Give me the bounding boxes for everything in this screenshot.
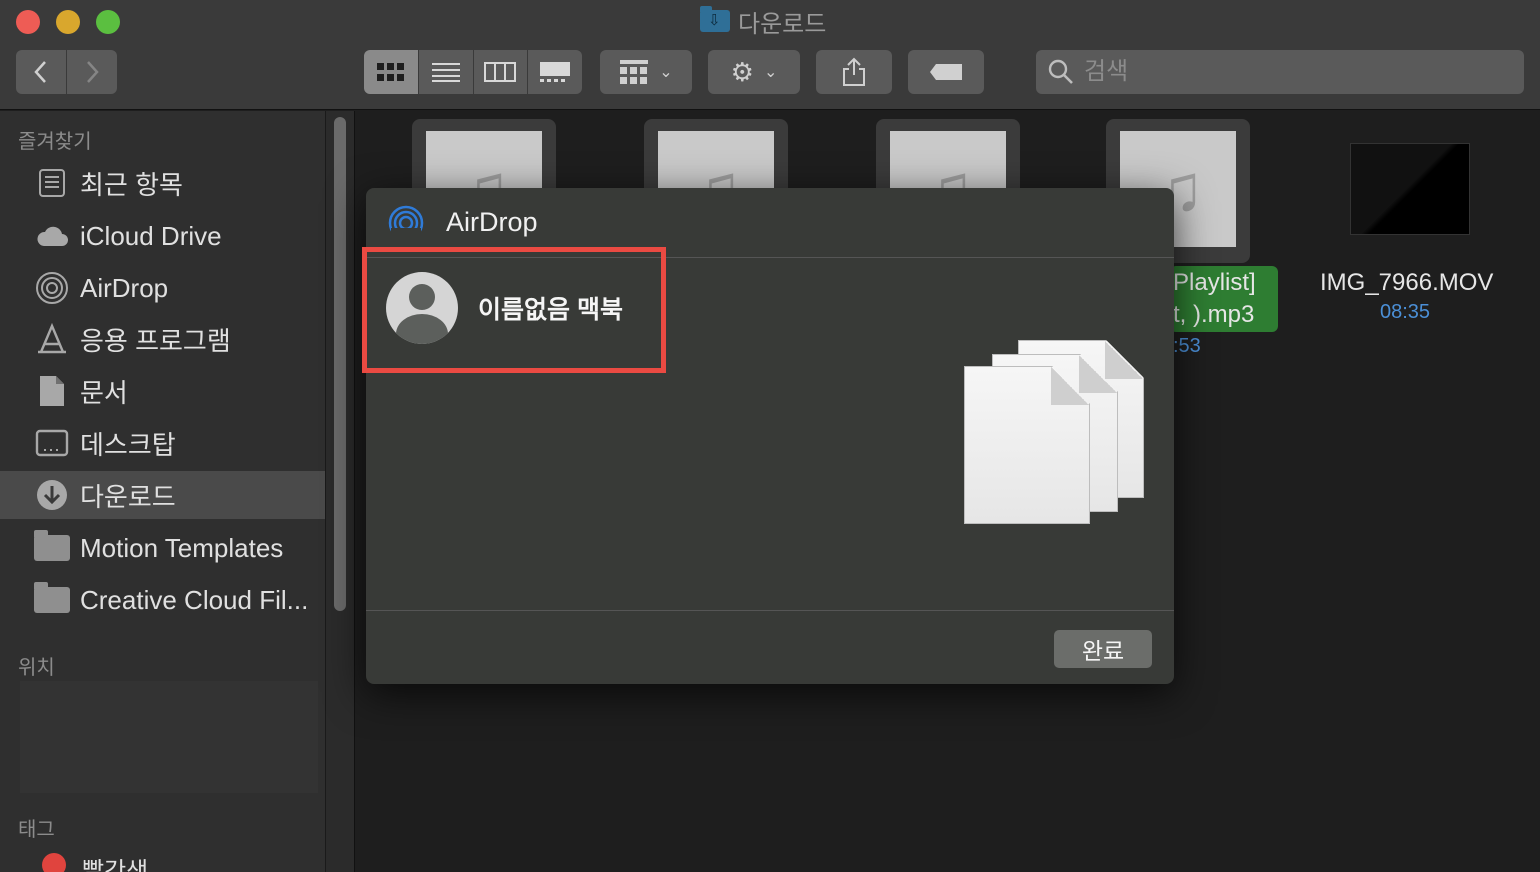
tags-header: 태그 xyxy=(18,819,55,841)
sidebar-item-label: Motion Templates xyxy=(80,532,284,563)
file-name-line1: Playlist] xyxy=(1173,269,1256,296)
search-input[interactable] xyxy=(1084,58,1504,86)
video-thumbnail[interactable] xyxy=(1350,143,1470,235)
airdrop-sheet-header: AirDrop xyxy=(366,188,1174,258)
video-duration: 08:35 xyxy=(1380,301,1431,323)
sidebar-item-downloads[interactable]: 다운로드 xyxy=(0,471,325,519)
column-view-button[interactable] xyxy=(473,50,529,94)
gallery-view-button[interactable] xyxy=(528,50,582,94)
group-grid-icon xyxy=(620,60,649,84)
search-icon xyxy=(1048,59,1073,84)
action-menu-button[interactable]: ⚙ ⌄ xyxy=(708,50,800,94)
document-icon xyxy=(34,373,70,409)
airdrop-device[interactable]: 이름없음 맥북 xyxy=(372,259,660,357)
sidebar-item-label: 최근 항목 xyxy=(80,169,183,200)
view-mode-control xyxy=(364,50,582,94)
sheet-divider xyxy=(366,610,1174,611)
sidebar-item-label: 빨간색 xyxy=(82,858,149,872)
file-name-line2: t, ).mp3 xyxy=(1173,301,1255,328)
locations-header: 위치 xyxy=(18,657,55,679)
chevron-left-icon xyxy=(34,61,46,83)
sidebar-item-motion-templates[interactable]: Motion Templates xyxy=(0,524,325,572)
column-view-icon xyxy=(484,62,517,82)
icon-view-button[interactable] xyxy=(364,50,419,94)
airdrop-sheet: AirDrop 이름없음 맥북 완료 xyxy=(366,188,1174,684)
window-toolbar: 다운로드 xyxy=(0,0,1540,110)
done-button[interactable]: 완료 xyxy=(1054,630,1152,668)
download-icon xyxy=(34,477,70,513)
airdrop-sheet-title: AirDrop xyxy=(446,207,538,237)
folder-icon xyxy=(34,582,70,618)
sidebar-item-label: iCloud Drive xyxy=(80,220,222,251)
sidebar-item-desktop[interactable]: 데스크탑 xyxy=(0,419,325,467)
group-by-button[interactable]: ⌄ xyxy=(600,50,692,94)
chevron-down-icon: ⌄ xyxy=(763,64,778,81)
sidebar-item-icloud-drive[interactable]: iCloud Drive xyxy=(0,212,325,260)
file-duration: :53 xyxy=(1173,335,1201,357)
folder-icon xyxy=(34,530,70,566)
list-view-icon xyxy=(431,63,460,82)
sidebar-item-documents[interactable]: 문서 xyxy=(0,367,325,415)
downloads-folder-icon xyxy=(700,6,730,32)
device-avatar xyxy=(386,272,458,344)
documents-stack-icon xyxy=(962,338,1152,528)
sidebar-item-label: AirDrop xyxy=(80,272,169,303)
sidebar-item-label: 응용 프로그램 xyxy=(80,325,231,356)
window-title-text: 다운로드 xyxy=(738,10,827,38)
list-view-button[interactable] xyxy=(418,50,474,94)
applications-icon xyxy=(34,321,70,357)
chevron-right-icon xyxy=(87,61,99,83)
desktop-icon xyxy=(34,425,70,461)
sidebar-item-airdrop[interactable]: AirDrop xyxy=(0,264,325,312)
share-button[interactable] xyxy=(816,50,892,94)
back-button[interactable] xyxy=(16,50,66,94)
share-icon xyxy=(843,57,865,86)
search-field[interactable] xyxy=(1036,50,1524,94)
tag-icon xyxy=(930,64,962,80)
forward-button[interactable] xyxy=(67,50,117,94)
cloud-icon xyxy=(34,218,70,254)
device-name: 이름없음 맥북 xyxy=(478,296,623,324)
locations-list xyxy=(20,681,318,793)
sidebar-item-label: 문서 xyxy=(80,377,128,408)
sidebar-item-label: 데스크탑 xyxy=(80,429,176,460)
sidebar-scroll-thumb[interactable] xyxy=(334,117,346,611)
favorites-header: 즐겨찾기 xyxy=(18,131,92,153)
sidebar-scrollbar[interactable] xyxy=(325,111,355,872)
window-title: 다운로드 xyxy=(700,6,827,38)
red-tag-dot-icon xyxy=(42,853,66,872)
tag-button[interactable] xyxy=(908,50,984,94)
gallery-view-icon xyxy=(540,62,571,82)
recents-icon xyxy=(34,165,70,201)
sidebar-item-creative-cloud[interactable]: Creative Cloud Fil... xyxy=(0,576,325,624)
sidebar-item-label: Creative Cloud Fil... xyxy=(80,584,309,615)
gear-icon: ⚙ xyxy=(730,56,754,87)
chevron-down-icon: ⌄ xyxy=(659,64,673,81)
airdrop-icon xyxy=(386,203,426,243)
airdrop-icon xyxy=(34,270,70,306)
sidebar-item-applications[interactable]: 응용 프로그램 xyxy=(0,315,325,363)
sidebar: 즐겨찾기 최근 항목 iCloud Drive AirDrop 응용 프로그램 … xyxy=(0,111,325,872)
zoom-window-button[interactable] xyxy=(96,10,120,34)
sidebar-item-tag-red[interactable]: 빨간색 xyxy=(0,845,325,872)
sidebar-item-label: 다운로드 xyxy=(80,481,176,512)
minimize-window-button[interactable] xyxy=(56,10,80,34)
video-file-name[interactable]: IMG_7966.MOV xyxy=(1320,269,1493,297)
icon-view-icon xyxy=(376,63,404,81)
sidebar-item-recents[interactable]: 최근 항목 xyxy=(0,159,325,207)
close-window-button[interactable] xyxy=(16,10,40,34)
